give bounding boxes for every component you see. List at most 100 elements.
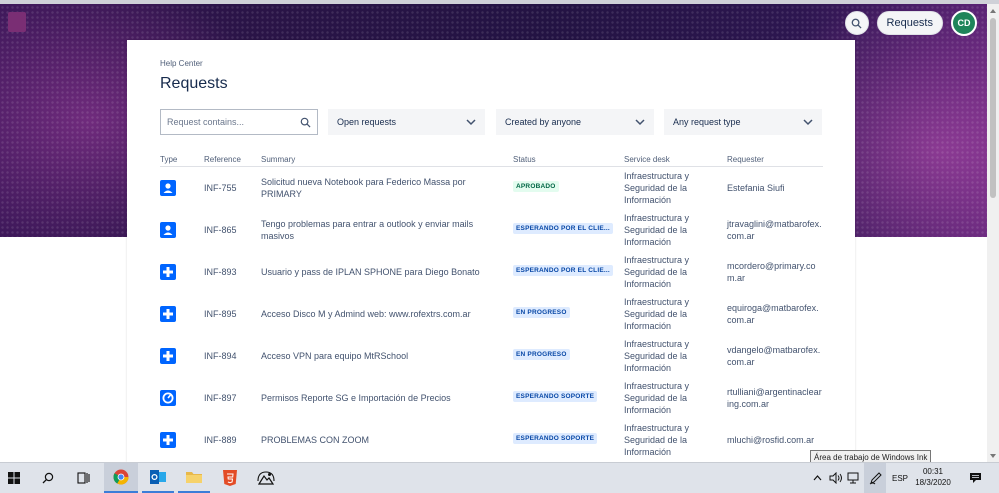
- page-title: Requests: [160, 75, 228, 92]
- clock-time: 00:31: [922, 467, 944, 476]
- column-status: Status: [513, 152, 624, 167]
- requests-card: Help Center Requests Open requests Creat…: [127, 40, 855, 462]
- windows-logo-icon: [8, 472, 20, 484]
- notification-icon: [969, 473, 981, 483]
- status-badge: ESPERANDO SOPORTE: [513, 391, 598, 402]
- requester: vdangelo@matbarofex.com.ar: [727, 334, 823, 377]
- search-icon[interactable]: [300, 117, 311, 128]
- service-desk: Infraestructura y Seguridad de la Inform…: [624, 208, 727, 251]
- folder-icon: [186, 472, 202, 483]
- plus-icon: [160, 431, 176, 448]
- speaker-icon: [829, 472, 842, 484]
- plus-icon: [160, 305, 176, 322]
- requester: mcordero@primary.com.ar: [727, 250, 823, 293]
- request-reference[interactable]: INF-893: [204, 250, 261, 293]
- network-button[interactable]: [846, 463, 862, 493]
- request-summary[interactable]: Acceso Disco M y Admind web: www.rofextr…: [261, 292, 513, 335]
- photos-taskbar-button[interactable]: [250, 463, 282, 493]
- help-center-logo[interactable]: [8, 12, 26, 32]
- request-summary[interactable]: Acceso VPN para equipo MtRSchool: [261, 334, 513, 377]
- table-header-row: Type Reference Summary Status Service de…: [160, 152, 823, 167]
- service-desk: Infraestructura y Seguridad de la Inform…: [624, 166, 727, 209]
- table-row[interactable]: INF-889 PROBLEMAS CON ZOOM ESPERANDO SOP…: [160, 418, 823, 461]
- request-reference[interactable]: INF-895: [204, 292, 261, 335]
- request-reference[interactable]: INF-894: [204, 334, 261, 377]
- chevron-up-icon: [813, 475, 821, 481]
- task-view-icon: [76, 472, 90, 484]
- table-row[interactable]: INF-894 Acceso VPN para equipo MtRSchool…: [160, 334, 823, 377]
- type-filter-dropdown[interactable]: Any request type: [664, 109, 822, 135]
- language-indicator[interactable]: ESP: [888, 463, 912, 493]
- request-summary[interactable]: Permisos Reporte SG e Importación de Pre…: [261, 376, 513, 419]
- table-row[interactable]: INF-865 Tengo problemas para entrar a ou…: [160, 208, 823, 251]
- request-reference[interactable]: INF-889: [204, 418, 261, 461]
- requests-table: Type Reference Summary Status Service de…: [160, 152, 823, 461]
- user-avatar[interactable]: CD: [951, 10, 977, 36]
- table-row[interactable]: INF-755 Solicitud nueva Notebook para Fe…: [160, 166, 823, 209]
- request-reference[interactable]: INF-865: [204, 208, 261, 251]
- request-reference[interactable]: INF-755: [204, 166, 261, 209]
- service-desk: Infraestructura y Seguridad de la Inform…: [624, 376, 727, 419]
- creator-filter-value: Created by anyone: [505, 117, 582, 127]
- table-row[interactable]: INF-897 Permisos Reporte SG e Importació…: [160, 376, 823, 419]
- request-summary[interactable]: PROBLEMAS CON ZOOM: [261, 418, 513, 461]
- chevron-down-icon: [635, 118, 645, 125]
- status-badge: ESPERANDO SOPORTE: [513, 433, 598, 444]
- action-center-button[interactable]: [962, 463, 988, 493]
- start-button[interactable]: [0, 463, 28, 493]
- status-badge: ESPERANDO POR EL CLIE...: [513, 223, 613, 234]
- search-icon: [42, 472, 54, 484]
- service-desk: Infraestructura y Seguridad de la Inform…: [624, 250, 727, 293]
- status-badge: EN PROGRESO: [513, 349, 570, 360]
- scroll-thumb[interactable]: [990, 18, 996, 198]
- requester: rtulliani@argentinaclearing.com.ar: [727, 376, 823, 419]
- service-desk: Infraestructura y Seguridad de la Inform…: [624, 292, 727, 335]
- service-desk: Infraestructura y Seguridad de la Inform…: [624, 418, 727, 461]
- volume-button[interactable]: [828, 463, 844, 493]
- requests-button[interactable]: Requests: [876, 11, 943, 35]
- requester: mluchi@rosfid.com.ar: [727, 418, 823, 461]
- requester: Estefania Siufi: [727, 166, 823, 209]
- outlook-taskbar-button[interactable]: [142, 463, 174, 493]
- html-editor-taskbar-button[interactable]: [214, 463, 246, 493]
- request-summary[interactable]: Usuario y pass de IPLAN SPHONE para Dieg…: [261, 250, 513, 293]
- chevron-down-icon: [466, 118, 476, 125]
- request-search[interactable]: [160, 109, 318, 135]
- person-icon: [160, 179, 176, 196]
- requester: equiroga@matbarofex.com.ar: [727, 292, 823, 335]
- request-reference[interactable]: INF-897: [204, 376, 261, 419]
- plus-icon: [160, 263, 176, 280]
- search-icon: [851, 18, 862, 29]
- windows-ink-button[interactable]: [864, 463, 886, 493]
- request-summary[interactable]: Solicitud nueva Notebook para Federico M…: [261, 166, 513, 209]
- service-desk: Infraestructura y Seguridad de la Inform…: [624, 334, 727, 377]
- gear-icon: [160, 389, 176, 406]
- breadcrumb-help-center[interactable]: Help Center: [160, 59, 203, 68]
- person-icon: [160, 221, 176, 238]
- requester: jtravaglini@matbarofex.com.ar: [727, 208, 823, 251]
- search-button[interactable]: [844, 11, 869, 35]
- column-service-desk: Service desk: [624, 152, 727, 167]
- scroll-down-icon[interactable]: [990, 454, 996, 458]
- file-explorer-taskbar-button[interactable]: [178, 463, 210, 493]
- request-summary[interactable]: Tengo problemas para entrar a outlook y …: [261, 208, 513, 251]
- search-input[interactable]: [167, 117, 292, 127]
- scroll-up-icon[interactable]: [990, 9, 996, 13]
- show-hidden-icons-button[interactable]: [810, 463, 824, 493]
- windows-taskbar: ESP 00:31 18/3/2020: [0, 462, 999, 493]
- column-summary: Summary: [261, 152, 513, 167]
- task-view-button[interactable]: [68, 463, 98, 493]
- system-clock[interactable]: 00:31 18/3/2020: [913, 466, 953, 488]
- status-filter-dropdown[interactable]: Open requests: [328, 109, 485, 135]
- html5-icon: [223, 470, 237, 486]
- clock-date: 18/3/2020: [915, 478, 951, 487]
- table-row[interactable]: INF-893 Usuario y pass de IPLAN SPHONE p…: [160, 250, 823, 293]
- page-scrollbar[interactable]: [987, 4, 999, 462]
- outlook-icon: [150, 470, 166, 484]
- taskbar-search-button[interactable]: [34, 463, 62, 493]
- status-badge: EN PROGRESO: [513, 307, 570, 318]
- chrome-taskbar-button[interactable]: [104, 463, 138, 493]
- column-reference: Reference: [204, 152, 261, 167]
- table-row[interactable]: INF-895 Acceso Disco M y Admind web: www…: [160, 292, 823, 335]
- creator-filter-dropdown[interactable]: Created by anyone: [496, 109, 654, 135]
